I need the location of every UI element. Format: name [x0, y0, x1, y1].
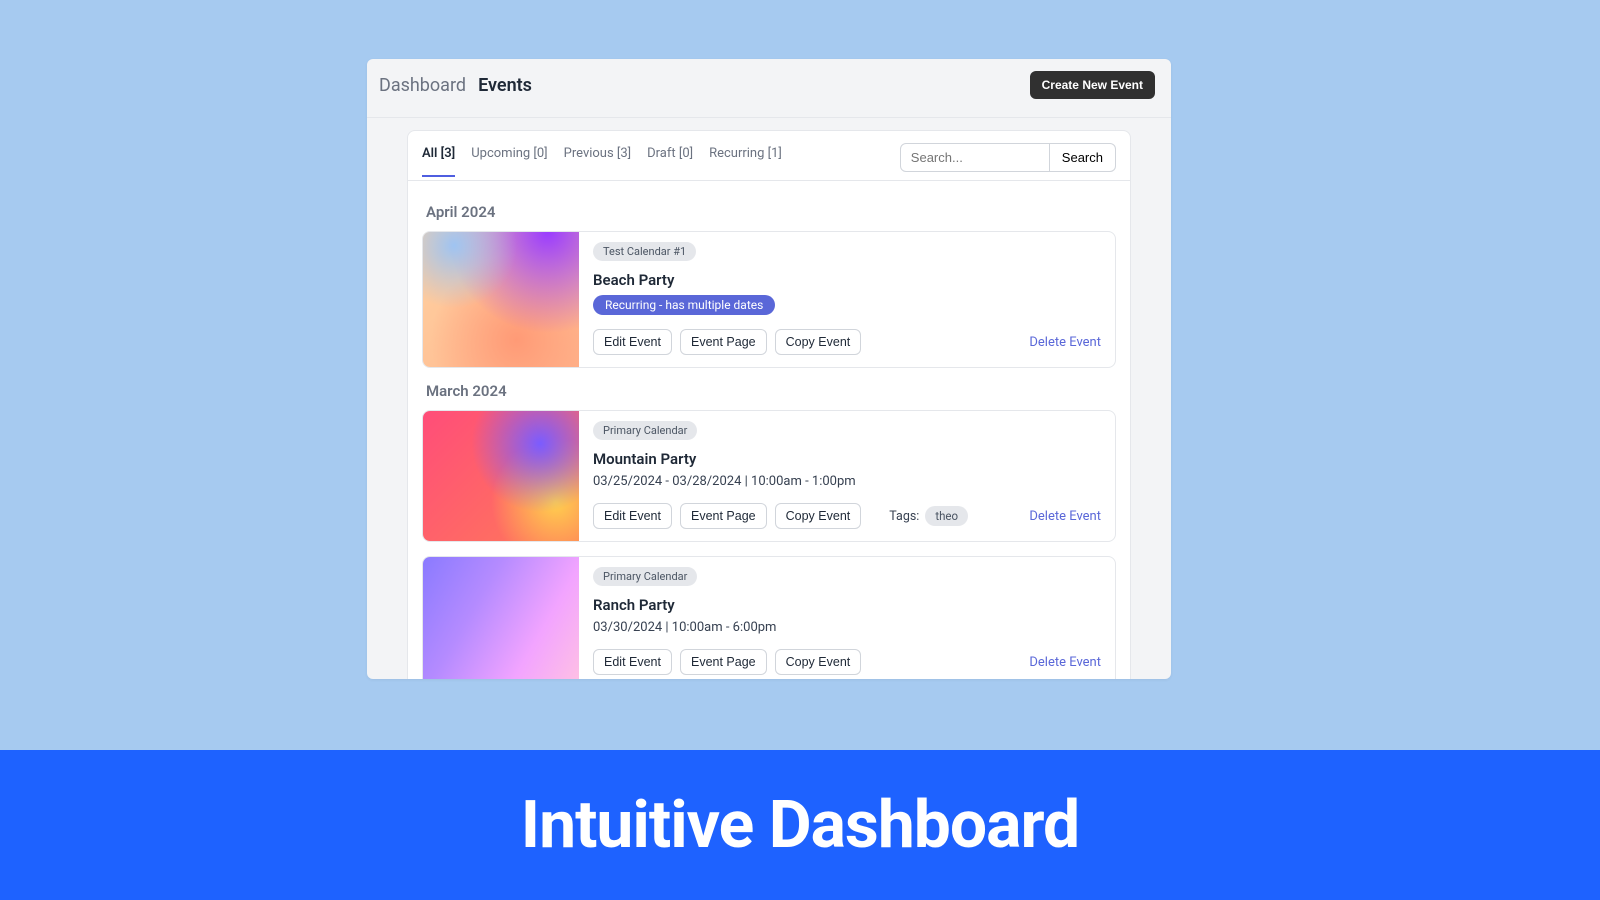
event-row: Primary Calendar Ranch Party 03/30/2024 | … [422, 556, 1116, 679]
tab-0[interactable]: All [3] [422, 146, 455, 177]
delete-event-link[interactable]: Delete Event [1029, 335, 1101, 350]
search-group: Search [900, 143, 1116, 172]
topbar: Dashboard Events Create New Event [367, 59, 1171, 118]
events-card: All [3] Upcoming [0] Previous [3] Draft [0]… [407, 130, 1131, 679]
event-title: Beach Party [593, 271, 1101, 289]
breadcrumb-parent[interactable]: Dashboard [379, 75, 466, 96]
calendar-pill: Test Calendar #1 [593, 242, 696, 261]
event-body: Primary Calendar Ranch Party 03/30/2024 | … [579, 557, 1115, 679]
event-title: Ranch Party [593, 596, 1101, 614]
event-row: Primary Calendar Mountain Party 03/25/2024… [422, 410, 1116, 542]
calendar-pill: Primary Calendar [593, 567, 697, 586]
event-page-button[interactable]: Event Page [680, 503, 767, 529]
action-row: Edit Event Event Page Copy Event Delete Eve… [593, 649, 1101, 675]
tabbar: All [3] Upcoming [0] Previous [3] Draft [0]… [408, 131, 1130, 181]
copy-event-button[interactable]: Copy Event [775, 329, 862, 355]
breadcrumb: Dashboard Events [379, 75, 532, 96]
delete-event-link[interactable]: Delete Event [1029, 509, 1101, 524]
event-page-button[interactable]: Event Page [680, 329, 767, 355]
search-button[interactable]: Search [1050, 143, 1116, 172]
action-row: Edit Event Event Page Copy Event Tags: theo D… [593, 503, 1101, 529]
hero-text: Intuitive Dashboard [521, 787, 1079, 864]
tab-1[interactable]: Upcoming [0] [471, 146, 547, 177]
event-thumbnail[interactable] [423, 557, 579, 679]
event-date: 03/25/2024 - 03/28/2024 | 10:00am - 1:00… [593, 474, 1101, 489]
month-header: April 2024 [426, 203, 1112, 221]
tags-label: Tags: [889, 509, 919, 524]
event-body: Test Calendar #1 Beach Party Recurring - h… [579, 232, 1115, 367]
tab-4[interactable]: Recurring [1] [709, 146, 782, 177]
edit-event-button[interactable]: Edit Event [593, 503, 672, 529]
create-new-event-button[interactable]: Create New Event [1030, 71, 1155, 99]
delete-event-link[interactable]: Delete Event [1029, 655, 1101, 670]
search-input[interactable] [900, 143, 1050, 172]
calendar-pill: Primary Calendar [593, 421, 697, 440]
copy-event-button[interactable]: Copy Event [775, 649, 862, 675]
tab-3[interactable]: Draft [0] [647, 146, 693, 177]
copy-event-button[interactable]: Copy Event [775, 503, 862, 529]
action-row: Edit Event Event Page Copy Event Delete Eve… [593, 329, 1101, 355]
event-body: Primary Calendar Mountain Party 03/25/2024… [579, 411, 1115, 541]
tags-wrap: Tags: theo [889, 506, 968, 526]
event-thumbnail[interactable] [423, 411, 579, 541]
event-list: April 2024 Test Calendar #1 Beach Party Rec… [408, 181, 1130, 679]
month-header: March 2024 [426, 382, 1112, 400]
breadcrumb-current: Events [478, 75, 532, 96]
event-row: Test Calendar #1 Beach Party Recurring - h… [422, 231, 1116, 368]
hero-banner: Intuitive Dashboard [0, 750, 1600, 900]
recurring-pill: Recurring - has multiple dates [593, 295, 775, 315]
event-page-button[interactable]: Event Page [680, 649, 767, 675]
app-panel: Dashboard Events Create New Event All [3… [367, 59, 1171, 679]
edit-event-button[interactable]: Edit Event [593, 649, 672, 675]
tab-2[interactable]: Previous [3] [564, 146, 631, 177]
edit-event-button[interactable]: Edit Event [593, 329, 672, 355]
tag-pill[interactable]: theo [925, 506, 968, 526]
event-thumbnail[interactable] [423, 232, 579, 367]
event-title: Mountain Party [593, 450, 1101, 468]
tabs: All [3] Upcoming [0] Previous [3] Draft [0]… [422, 146, 884, 177]
event-date: 03/30/2024 | 10:00am - 6:00pm [593, 620, 1101, 635]
